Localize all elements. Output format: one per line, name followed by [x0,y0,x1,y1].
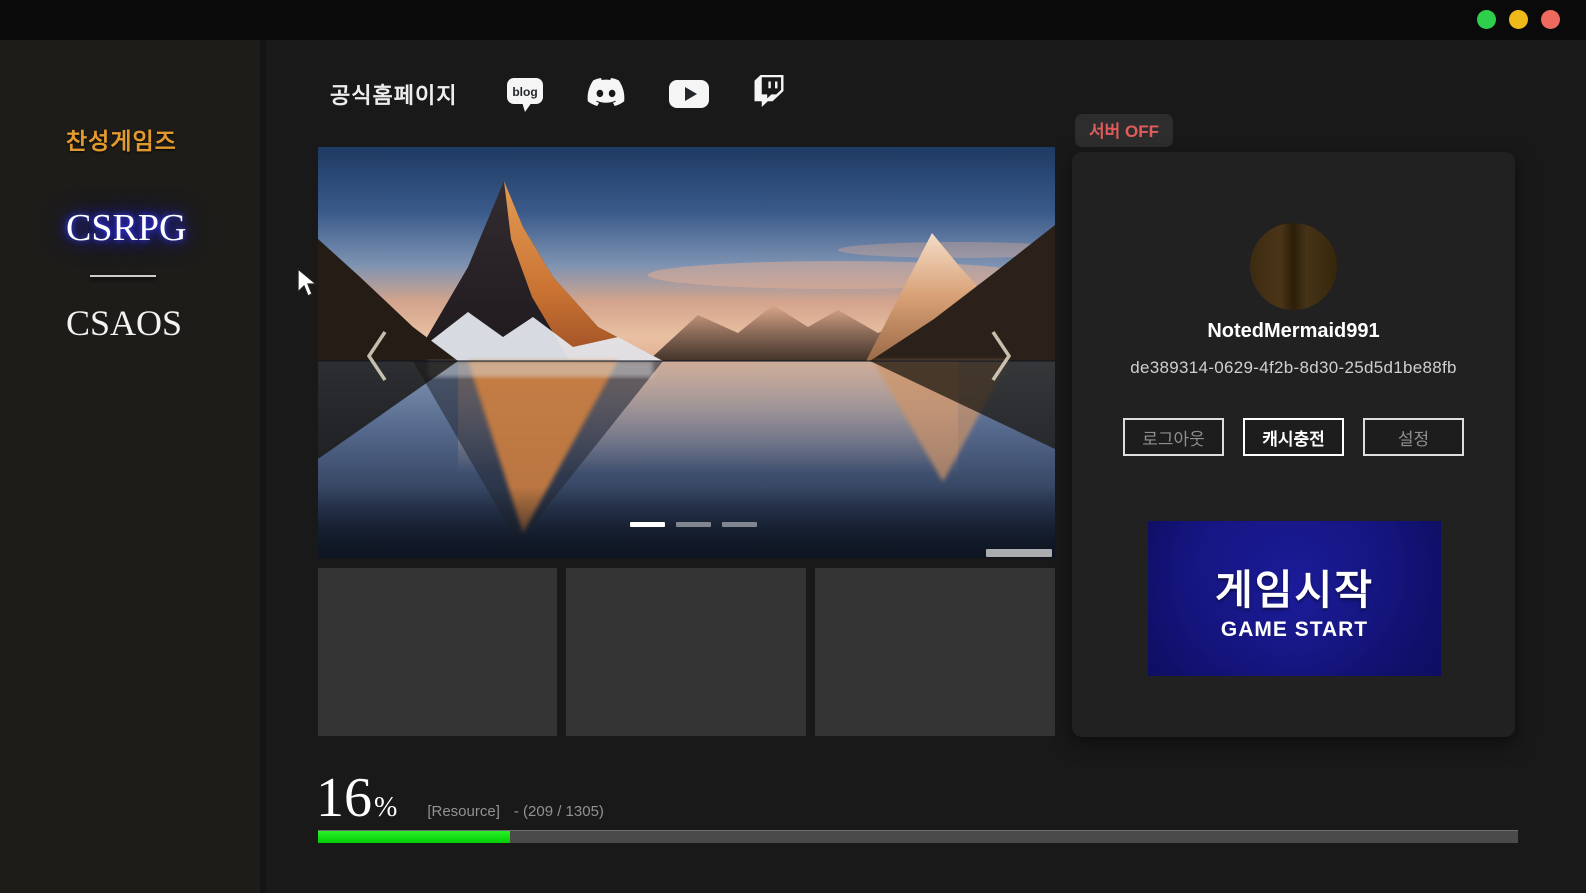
discord-icon[interactable] [586,76,626,113]
progress-bar-fill [318,831,510,843]
carousel-prev-arrow-icon[interactable] [362,328,392,384]
progress-count-label: - (209 / 1305) [514,803,604,820]
settings-button[interactable]: 설정 [1363,418,1464,456]
carousel-banner[interactable] [318,147,1055,558]
carousel-indicator-2[interactable] [676,522,711,527]
carousel-indicator-1[interactable] [630,522,665,527]
carousel-indicator-3[interactable] [722,522,757,527]
account-uuid-label: de389314-0629-4f2b-8d30-25d5d1be88fb [1072,358,1515,378]
username-label: NotedMermaid991 [1072,320,1515,343]
account-panel: NotedMermaid991 de389314-0629-4f2b-8d30-… [1072,152,1515,737]
avatar [1250,223,1337,310]
carousel-next-arrow-icon[interactable] [986,328,1016,384]
official-homepage-link[interactable]: 공식홈페이지 [330,78,457,110]
game-start-button[interactable]: 게임시작 GAME START [1148,521,1441,676]
brand-logo: 찬성게임즈 [66,122,177,156]
window-red-light-icon[interactable] [1541,10,1560,29]
logout-button[interactable]: 로그아웃 [1123,418,1224,456]
mouse-cursor [296,268,318,303]
carousel-indicators [630,522,757,527]
thumbnail-slot-3[interactable] [815,568,1055,736]
twitch-icon[interactable] [753,75,785,112]
window-green-light-icon[interactable] [1477,10,1496,29]
game-start-subtitle: GAME START [1221,618,1368,642]
progress-text-row: 16 % [Resource] - (209 / 1305) [316,766,604,830]
banner-image-mountain-lake [318,147,1055,558]
sidebar-item-csrpg[interactable]: CSRPG [66,206,186,250]
launcher-window: 찬성게임즈 CSRPG CSAOS 공식홈페이지 blog [0,0,1586,893]
youtube-icon[interactable] [668,79,710,114]
account-buttons-row: 로그아웃 캐시충전 설정 [1072,418,1515,456]
progress-stage-label: [Resource] [427,803,500,820]
window-controls [1477,10,1560,29]
svg-text:blog: blog [512,85,537,99]
title-bar[interactable] [0,0,1586,40]
cash-charge-button[interactable]: 캐시충전 [1243,418,1344,456]
game-start-title: 게임시작 [1215,556,1374,616]
thumbnail-slot-1[interactable] [318,568,557,736]
thumbnail-slot-2[interactable] [566,568,806,736]
progress-bar-track [318,830,1518,843]
sidebar: 찬성게임즈 CSRPG CSAOS [0,40,266,893]
image-watermark [986,549,1052,557]
window-yellow-light-icon[interactable] [1509,10,1528,29]
sidebar-item-csaos[interactable]: CSAOS [66,302,182,344]
server-status-badge: 서버 OFF [1075,114,1173,147]
blog-icon[interactable]: blog [504,72,546,119]
sidebar-divider [90,275,156,277]
progress-percent-sign: % [374,792,397,824]
progress-percent: 16 [316,766,372,830]
